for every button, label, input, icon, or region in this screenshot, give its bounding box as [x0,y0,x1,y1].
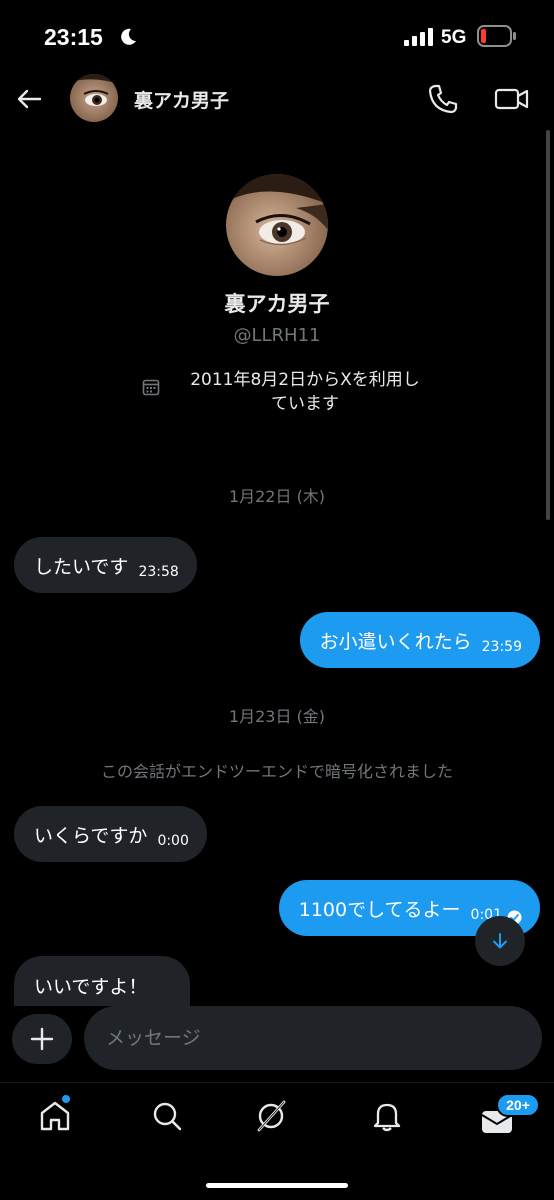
conversation-header: 裏アカ男子 [0,74,554,124]
message-text: お小遣いくれたら [319,630,472,653]
profile-name: 裏アカ男子 [224,292,330,316]
message-received[interactable]: したいです 23:58 [14,537,197,593]
joined-text-line1: 2011年8月2日からXを利用し [190,370,420,390]
message-time: 23:59 [481,639,522,655]
message-received[interactable]: いくらですか 0:00 [14,806,207,862]
status-time: 23:15 [44,24,103,50]
phone-icon[interactable] [426,82,460,116]
network-label: 5G [441,27,467,48]
message-text: いいですよ！ [34,975,148,998]
message-sent[interactable]: お小遣いくれたら 23:59 [299,612,540,668]
message-input[interactable] [84,1006,542,1070]
message-received[interactable]: いいですよ！ [14,956,190,1012]
arrow-down-icon [493,933,507,949]
bell-icon[interactable] [370,1099,404,1133]
message-time: 23:58 [138,564,179,580]
status-bar: 23:15 5G [0,0,554,74]
date-separator: 1月22日 (木) [228,487,326,506]
home-notification-dot [62,1095,70,1103]
message-text: したいです [34,555,129,578]
profile-handle: @LLRH11 [233,325,321,346]
moon-icon [121,28,136,45]
add-attachment-button[interactable] [12,1014,72,1064]
encryption-notice: この会話がエンドツーエンドで暗号化されました [100,762,453,781]
message-text: 1100でしてるよー [298,898,461,921]
plus-icon [30,1027,54,1051]
joined-text-line2: ています [271,394,339,414]
date-separator: 1月23日 (金) [228,707,326,726]
grok-icon[interactable] [254,1099,288,1133]
profile-avatar[interactable] [226,174,328,276]
message-time: 0:00 [157,833,189,849]
battery-icon [477,25,516,47]
header-avatar[interactable] [70,74,118,122]
bottom-nav: 20+ [0,1082,554,1200]
home-indicator [206,1183,348,1188]
video-icon[interactable] [494,82,530,116]
messages-badge: 20+ [496,1093,540,1117]
back-arrow-icon[interactable] [14,84,44,114]
signal-icon [404,28,433,46]
calendar-icon [142,379,160,396]
scroll-to-bottom-button[interactable] [475,916,525,966]
joined-text: 2011年8月2日からXを利用し ています [168,368,442,416]
header-name[interactable]: 裏アカ男子 [134,86,229,113]
message-text: いくらですか [34,824,148,847]
composer [0,1006,554,1072]
home-icon[interactable] [38,1099,72,1133]
search-icon[interactable] [150,1099,184,1133]
